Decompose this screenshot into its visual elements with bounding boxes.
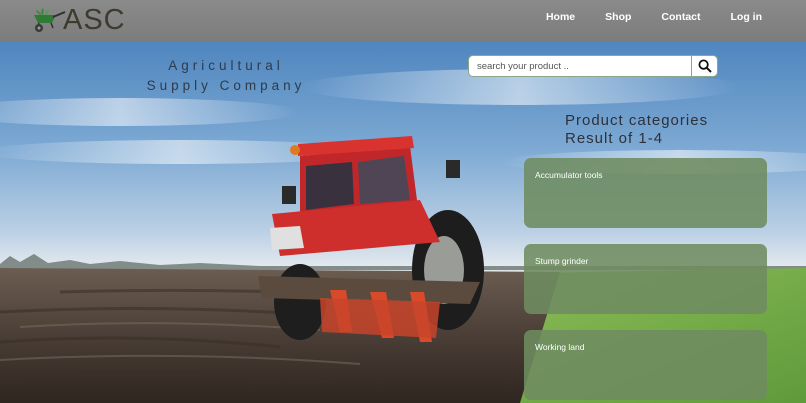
logo-text: ASC [63,4,126,36]
categories-heading: Product categories Result of 1-4 [565,112,708,148]
logo[interactable]: ASC [31,3,126,37]
category-card-accumulator-tools[interactable]: Accumulator tools [524,158,767,228]
hero-section: Agricultural Supply Company Product cate… [0,42,806,403]
nav-shop-link[interactable]: Shop [605,11,631,23]
tagline-line-2: Supply Company [146,78,306,93]
company-tagline: Agricultural Supply Company [146,56,306,96]
category-card-label: Accumulator tools [535,170,603,180]
main-nav: Home Shop Contact Log in [546,11,762,23]
top-navbar: ASC Home Shop Contact Log in [0,0,806,42]
category-card-working-land[interactable]: Working land [524,330,767,400]
tractor-image [258,136,484,342]
category-card-label: Working land [535,342,585,352]
nav-login-link[interactable]: Log in [731,11,763,23]
category-card-label: Stump grinder [535,256,589,266]
wheelbarrow-icon [34,8,66,32]
categories-result-count: Result of 1-4 [565,130,664,147]
search-bar [468,55,718,77]
search-icon [698,59,712,73]
nav-home-link[interactable]: Home [546,11,575,23]
categories-title: Product categories [565,112,709,129]
search-button[interactable] [691,56,717,76]
category-card-stump-grinder[interactable]: Stump grinder [524,244,767,314]
search-input[interactable] [469,57,691,75]
nav-contact-link[interactable]: Contact [661,11,700,23]
tagline-line-1: Agricultural [168,58,284,73]
